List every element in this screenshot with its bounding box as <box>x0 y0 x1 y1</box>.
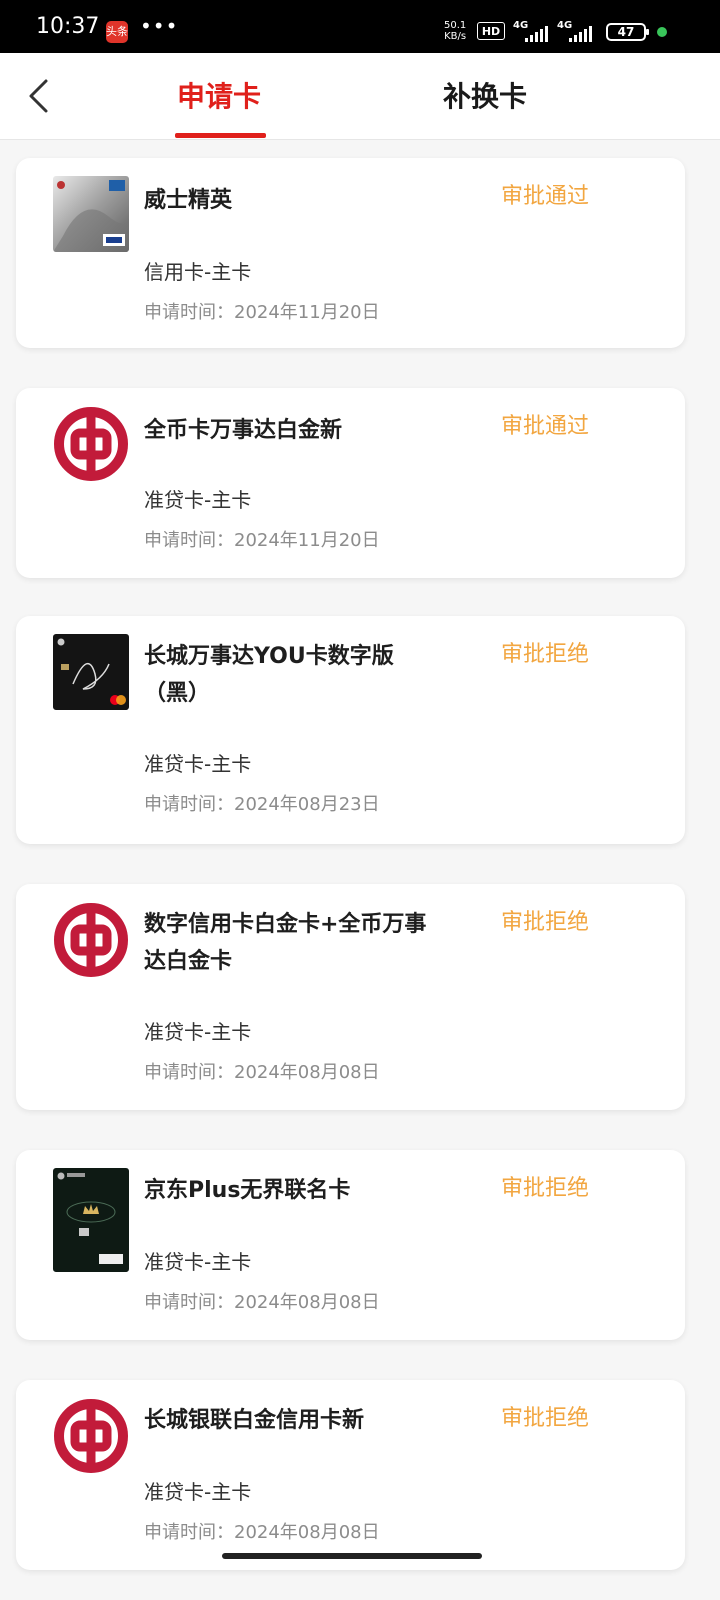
apply-time: 申请时间：2024年11月20日 <box>144 302 380 323</box>
card-type: 准贷卡-主卡 <box>144 1020 252 1044</box>
card-name: 长城银联白金信用卡新 <box>144 1408 365 1433</box>
signal-icon-2: 4G <box>557 20 595 42</box>
status-badge: 审批拒绝 <box>501 642 590 667</box>
tab-apply-card[interactable]: 申请卡 <box>177 75 261 115</box>
card-name: 长城万事达YOU卡数字版（黑） <box>144 644 394 706</box>
chevron-left-icon <box>29 79 48 113</box>
card-name: 京东Plus无界联名卡 <box>144 1178 351 1203</box>
card-name: 全币卡万事达白金新 <box>144 418 343 443</box>
card-name: 威士精英 <box>144 188 233 213</box>
hd-icon: HD <box>477 22 505 40</box>
clock: 10:37 <box>36 14 100 39</box>
list-item[interactable]: 长城万事达YOU卡数字版（黑） 准贷卡-主卡 申请时间：2024年08月23日 … <box>16 616 685 844</box>
tab-replace-card[interactable]: 补换卡 <box>443 75 527 115</box>
list-item[interactable]: 全币卡万事达白金新 准贷卡-主卡 申请时间：2024年11月20日 审批通过 <box>16 388 685 578</box>
apply-time: 申请时间：2024年08月23日 <box>144 794 380 815</box>
privacy-indicator-icon <box>657 27 667 37</box>
speed-unit: KB/s <box>444 31 467 42</box>
card-type: 准贷卡-主卡 <box>144 1480 252 1504</box>
card-name: 数字信用卡白金卡+全币万事达白金卡 <box>144 912 427 974</box>
status-badge: 审批通过 <box>501 184 590 209</box>
active-tab-indicator <box>175 133 266 138</box>
boc-logo-icon <box>53 406 129 486</box>
card-type: 信用卡-主卡 <box>144 260 252 284</box>
apply-time: 申请时间：2024年11月20日 <box>144 530 380 551</box>
news-app-icon: 头条 <box>106 21 128 43</box>
status-badge: 审批拒绝 <box>501 1406 590 1431</box>
card-type: 准贷卡-主卡 <box>144 488 252 512</box>
speed-value: 50.1 <box>444 20 467 31</box>
home-indicator[interactable] <box>222 1553 482 1559</box>
more-notifications-icon: ••• <box>140 14 179 38</box>
battery-icon: 47 <box>606 23 649 41</box>
network-speed: 50.1 KB/s <box>444 20 466 42</box>
status-badge: 审批通过 <box>501 414 590 439</box>
jd-plus-card-icon <box>53 1168 129 1276</box>
visa-platinum-card-icon <box>53 176 130 256</box>
list-item[interactable]: 数字信用卡白金卡+全币万事达白金卡 准贷卡-主卡 申请时间：2024年08月08… <box>16 884 685 1110</box>
mastercard-black-card-icon <box>53 634 129 714</box>
card-type: 准贷卡-主卡 <box>144 1250 252 1274</box>
apply-time: 申请时间：2024年08月08日 <box>144 1292 380 1313</box>
status-badge: 审批拒绝 <box>501 910 590 935</box>
signal-icon: 4G <box>513 20 551 42</box>
apply-time: 申请时间：2024年08月08日 <box>144 1522 380 1543</box>
status-badge: 审批拒绝 <box>501 1176 590 1201</box>
list-item[interactable]: 京东Plus无界联名卡 准贷卡-主卡 申请时间：2024年08月08日 审批拒绝 <box>16 1150 685 1340</box>
list-item[interactable]: 长城银联白金信用卡新 准贷卡-主卡 申请时间：2024年08月08日 审批拒绝 <box>16 1380 685 1570</box>
boc-logo-icon <box>53 902 129 982</box>
status-bar: 10:37 头条 ••• 50.1 KB/s HD 4G 4G 47 <box>0 0 720 53</box>
card-type: 准贷卡-主卡 <box>144 752 252 776</box>
boc-logo-icon <box>53 1398 129 1478</box>
back-button[interactable] <box>26 77 56 115</box>
header-bar: 申请卡 补换卡 <box>0 53 720 140</box>
list-item[interactable]: 威士精英 信用卡-主卡 申请时间：2024年11月20日 审批通过 <box>16 158 685 348</box>
apply-time: 申请时间：2024年08月08日 <box>144 1062 380 1083</box>
